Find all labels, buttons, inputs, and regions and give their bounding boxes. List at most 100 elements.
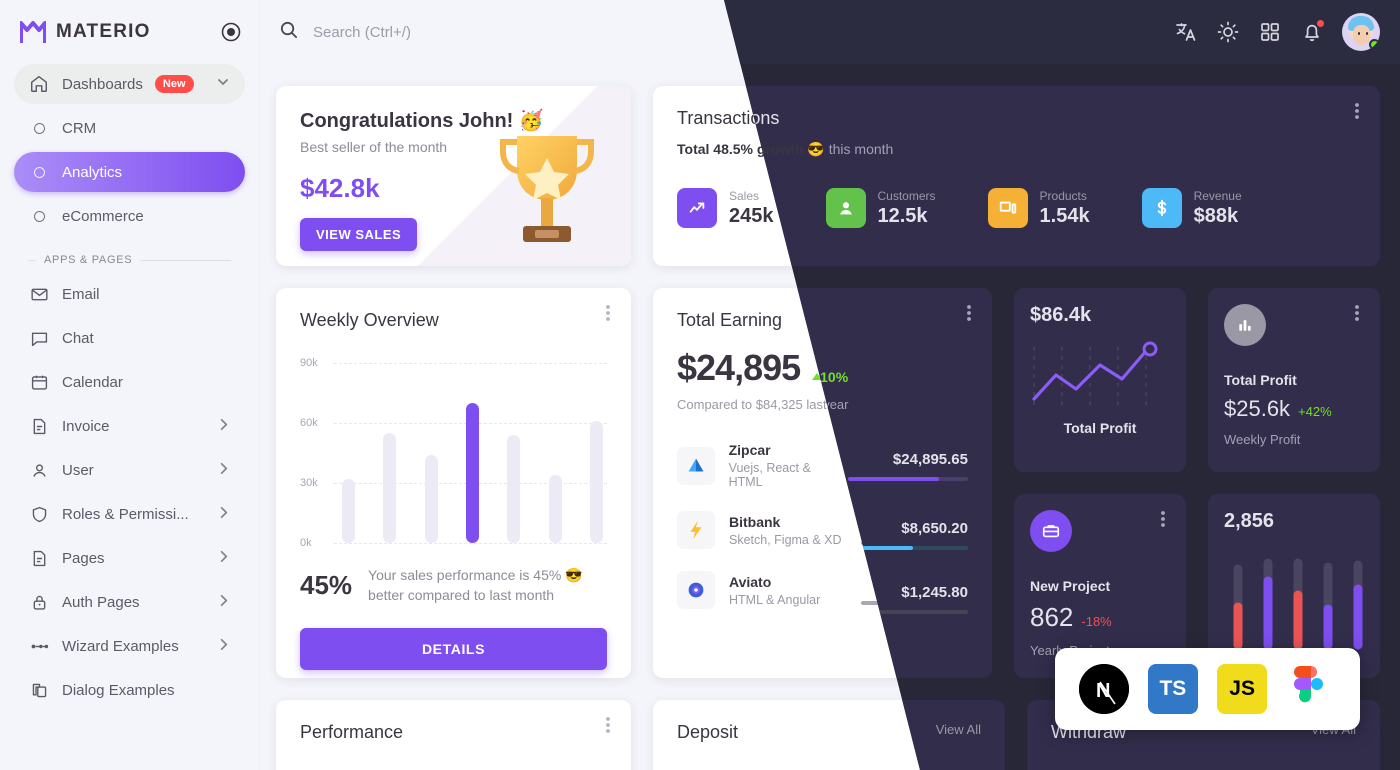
sidebar-item-dashboards[interactable]: Dashboards New <box>14 64 245 104</box>
sidebar-item-label: Pages <box>62 549 105 567</box>
more-vertical-icon[interactable] <box>1348 100 1366 122</box>
earning-delta: 10% <box>812 369 855 385</box>
translate-icon[interactable] <box>1174 20 1198 44</box>
bar-item[interactable] <box>424 455 438 543</box>
item-amount-block: $8,650.20 <box>861 515 981 545</box>
sidebar-item-label: Dialog Examples <box>62 681 175 699</box>
view-sales-button[interactable]: VIEW SALES <box>300 218 418 251</box>
sidebar-item-dialog-examples[interactable]: Dialog Examples <box>14 670 245 710</box>
chevron-down-icon[interactable] <box>215 74 231 94</box>
item-value: $24,895.65 <box>905 450 981 468</box>
bitbank-logo-icon <box>677 511 715 549</box>
chevron-right-icon[interactable] <box>216 637 231 656</box>
sidebar-item-invoice[interactable]: Invoice <box>14 406 245 446</box>
more-vertical-icon[interactable] <box>599 714 617 736</box>
more-vertical-icon[interactable] <box>973 302 991 324</box>
search-input[interactable]: Search (Ctrl+/) <box>313 24 411 41</box>
sidebar-item-crm[interactable]: CRM <box>14 108 245 148</box>
sidebar-item-analytics[interactable]: Analytics <box>14 152 245 192</box>
list-item[interactable]: Bitbank Sketch, Figma & XD $8,650.20 <box>677 511 981 549</box>
circle-outline-icon <box>28 117 50 139</box>
sidebar-item-calendar[interactable]: Calendar <box>14 362 245 402</box>
row-top: Congratulations John! 🥳 Best seller of t… <box>276 86 1380 266</box>
weekly-note: Your sales performance is 45% 😎 better c… <box>368 567 583 604</box>
brand-name: MATERIO <box>56 21 151 42</box>
y-axis-tick: 0k <box>300 537 312 549</box>
transactions-period: this month <box>824 141 894 157</box>
more-vertical-icon[interactable] <box>599 302 617 324</box>
copy-icon <box>28 679 50 701</box>
chevron-right-icon[interactable] <box>216 505 231 524</box>
y-axis-tick: 90k <box>300 357 318 369</box>
stat-label: Sales <box>729 188 760 203</box>
figma-logo-icon[interactable] <box>1286 664 1336 714</box>
bar-item[interactable] <box>589 421 603 543</box>
file-text-icon <box>28 547 50 569</box>
item-desc: Vuejs, React & HTML <box>728 461 811 489</box>
item-amount-block: $1,245.80 <box>861 575 981 605</box>
sidebar-item-label: Dashboards <box>62 75 143 93</box>
bar-item[interactable] <box>383 433 397 543</box>
search-bar[interactable]: Search (Ctrl+/) <box>278 19 411 45</box>
item-name: Zipcar <box>728 442 771 458</box>
y-axis-tick: 30k <box>300 476 318 489</box>
transactions-card: Transactions Total 48.5% growth 😎 this m… <box>653 86 1380 266</box>
chevron-right-icon[interactable] <box>216 593 231 612</box>
transactions-subtitle: Total 48.5% growth 😎 this month <box>677 141 1356 158</box>
circle-outline-icon <box>28 161 50 183</box>
sidebar-section-apps-pages: APPS & PAGES <box>14 254 245 266</box>
sidebar-item-roles-permissions[interactable]: Roles & Permissi... <box>14 494 245 534</box>
bar-series <box>342 363 603 543</box>
sidebar-item-wizard-examples[interactable]: Wizard Examples <box>14 626 245 666</box>
stat-value: $88k <box>1193 204 1239 227</box>
sidebar-item-label: Invoice <box>62 417 110 435</box>
bar-item[interactable] <box>548 475 562 543</box>
theme-toggle-icon[interactable] <box>1216 20 1240 44</box>
list-item[interactable]: Zipcar Vuejs, React & HTML $24,895.65 <box>677 442 981 489</box>
card-title: Deposit <box>677 722 739 742</box>
sidebar-item-user[interactable]: User <box>14 450 245 490</box>
materio-logo-icon <box>19 20 47 44</box>
file-text-icon <box>28 415 50 437</box>
typescript-logo-icon[interactable]: TS <box>1147 664 1198 714</box>
trending-up-icon <box>677 188 717 228</box>
chat-bubble-icon <box>28 327 50 349</box>
details-button[interactable]: DETAILS <box>300 627 607 670</box>
earning-list: Zipcar Vuejs, React & HTML $24,895.65 Bi… <box>677 442 981 609</box>
bar-item[interactable] <box>465 403 479 543</box>
shortcuts-grid-icon[interactable] <box>1258 20 1282 44</box>
stat-products: Products 1.54k <box>987 188 1090 228</box>
mail-icon <box>28 283 50 305</box>
list-item[interactable]: Aviato HTML & Angular $1,245.80 <box>677 571 981 609</box>
svg-text:N: N <box>1096 680 1110 702</box>
user-avatar[interactable] <box>1342 13 1380 51</box>
transactions-stats: Sales 245k Customers 12.5k Products 1.54… <box>677 188 1356 228</box>
chevron-right-icon[interactable] <box>216 417 231 436</box>
person-icon <box>28 459 50 481</box>
card-title: Total Earning <box>677 310 783 330</box>
sidebar-item-email[interactable]: Email <box>14 274 245 314</box>
nextjs-logo-icon[interactable]: N <box>1078 664 1129 714</box>
sidebar-item-ecommerce[interactable]: eCommerce <box>14 196 245 236</box>
item-name: Aviato <box>729 573 772 590</box>
typescript-label: TS <box>1159 677 1187 700</box>
earning-headline: $24,895 10% <box>677 347 981 389</box>
notifications-bell-icon[interactable] <box>1300 19 1325 44</box>
sidebar-item-pages[interactable]: Pages <box>14 538 245 578</box>
stat-label: Revenue <box>1193 188 1242 203</box>
topbar-actions <box>1174 0 1380 64</box>
chevron-right-icon[interactable] <box>216 549 231 568</box>
chevron-right-icon[interactable] <box>216 461 231 480</box>
bar-item[interactable] <box>342 479 355 543</box>
sidebar-item-label: CRM <box>62 119 97 137</box>
javascript-logo-icon[interactable]: JS <box>1217 664 1268 714</box>
sidebar-item-label: Calendar <box>62 373 123 391</box>
shield-icon <box>28 503 50 525</box>
sidebar-item-chat[interactable]: Chat <box>14 318 245 358</box>
bar-item[interactable] <box>507 435 521 543</box>
sidebar-item-auth-pages[interactable]: Auth Pages <box>14 582 245 622</box>
section-title: APPS & PAGES <box>44 254 133 266</box>
pin-nav-icon[interactable] <box>221 22 241 42</box>
brand: MATERIO <box>0 0 259 64</box>
devices-icon <box>987 188 1028 228</box>
